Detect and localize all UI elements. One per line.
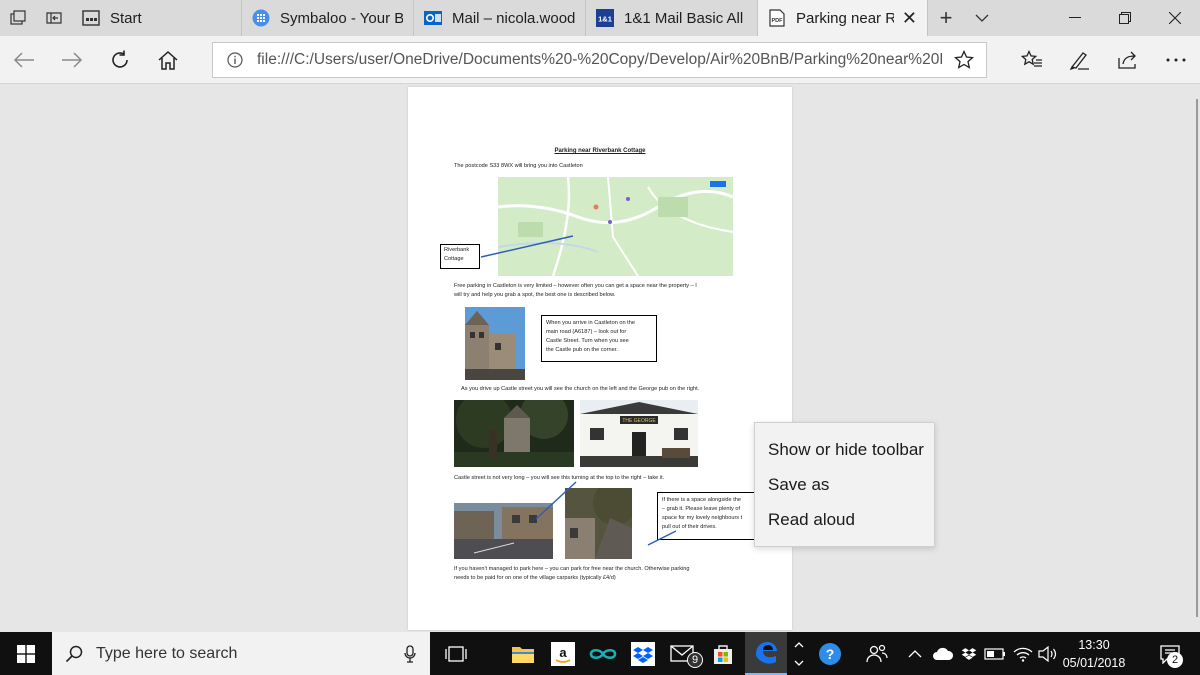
file-explorer-icon[interactable]: [503, 632, 543, 675]
tab-label: 1&1 Mail Basic All m: [624, 9, 747, 27]
search-icon: [52, 645, 96, 663]
map-label-line: Cottage: [444, 256, 464, 262]
mail-unread-badge: 9: [687, 652, 703, 668]
tab-outlook-mail[interactable]: Mail – nicola.wood@: [414, 0, 586, 36]
back-icon[interactable]: [0, 36, 48, 84]
free-parking-line-2: will try and help you grab a spot, the b…: [454, 292, 616, 298]
onedrive-icon[interactable]: [930, 632, 956, 675]
system-clock[interactable]: 13:30 05/01/2018: [1062, 636, 1126, 672]
action-center-icon[interactable]: 2: [1148, 632, 1192, 675]
dropbox-icon[interactable]: [623, 632, 663, 675]
help-icon[interactable]: ?: [810, 632, 850, 675]
set-tabs-aside-icon[interactable]: [36, 0, 72, 36]
home-icon[interactable]: [144, 36, 192, 84]
address-url[interactable]: file:///C:/Users/user/OneDrive/Documents…: [257, 51, 942, 69]
pdf-page: Parking near Riverbank Cottage The postc…: [408, 87, 792, 630]
box-line: Castle Street. Turn when you see: [546, 338, 629, 344]
pdf-viewer[interactable]: Parking near Riverbank Cottage The postc…: [0, 85, 1200, 632]
restore-icon[interactable]: [1098, 0, 1152, 36]
tab-1and1-mail[interactable]: 1&1 1&1 Mail Basic All m: [586, 0, 758, 36]
pdf-context-menu: Show or hide toolbar Save as Read aloud: [754, 422, 935, 547]
edge-browser-icon[interactable]: [745, 632, 787, 675]
tab-label: Parking near Riv: [796, 9, 894, 27]
minimize-icon[interactable]: [1048, 0, 1102, 36]
free-parking-line-1: Free parking in Castleton is very limite…: [454, 283, 697, 289]
refresh-icon[interactable]: [96, 36, 144, 84]
tab-label: Start: [110, 9, 142, 27]
web-note-pen-icon[interactable]: [1056, 36, 1104, 84]
close-tab-icon[interactable]: ✕: [902, 8, 917, 29]
start-page-icon: [82, 9, 100, 27]
arrival-instructions-box: When you arrive in Castleton on the main…: [541, 315, 657, 362]
battery-icon[interactable]: [982, 632, 1008, 675]
mail-icon[interactable]: 9: [663, 632, 703, 675]
clock-time: 13:30: [1078, 638, 1110, 652]
more-options-icon[interactable]: [1152, 36, 1200, 84]
map-pointer-arrow: [480, 235, 574, 258]
clock-date: 05/01/2018: [1062, 656, 1126, 670]
church-photo: [454, 400, 574, 467]
chevron-down-icon[interactable]: [964, 0, 1000, 36]
tab-symbaloo[interactable]: Symbaloo - Your Bo: [242, 0, 414, 36]
notification-count-badge: 2: [1167, 652, 1183, 668]
share-icon[interactable]: [1104, 36, 1152, 84]
tab-label: Mail – nicola.wood@: [452, 9, 575, 27]
people-icon[interactable]: [857, 632, 897, 675]
postcode-paragraph: The postcode S33 8WX will bring you into…: [454, 163, 583, 169]
taskbar: Type here to search a 9 ? 13:30 05/01/20…: [0, 632, 1200, 675]
read-aloud-menu-item[interactable]: Read aloud: [755, 502, 934, 537]
store-icon[interactable]: [703, 632, 743, 675]
show-hide-toolbar-menu-item[interactable]: Show or hide toolbar: [755, 432, 934, 467]
box-line: the Castle pub on the corner.: [546, 347, 618, 353]
svg-text:?: ?: [826, 646, 835, 662]
riverbank-cottage-label-box: Riverbank Cottage: [440, 244, 480, 269]
tab-actions-icon[interactable]: [0, 0, 36, 36]
tab-parking-pdf[interactable]: PDF Parking near Riv ✕: [758, 0, 928, 36]
search-placeholder: Type here to search: [96, 644, 238, 662]
tab-start[interactable]: Start: [72, 0, 242, 36]
svg-text:a: a: [559, 645, 567, 660]
favorites-list-icon[interactable]: [1008, 36, 1056, 84]
amazon-icon[interactable]: a: [543, 632, 583, 675]
box-line: When you arrive in Castleton on the: [546, 320, 635, 326]
info-icon[interactable]: [213, 52, 257, 68]
new-tab-icon[interactable]: +: [928, 0, 964, 36]
pub-sign-text: THE GEORGE: [622, 418, 656, 424]
vertical-scrollbar[interactable]: [1196, 99, 1198, 617]
close-window-icon[interactable]: [1148, 0, 1200, 36]
taskbar-search-box[interactable]: Type here to search: [52, 632, 430, 675]
pdf-icon: PDF: [768, 9, 786, 27]
show-hidden-icons-icon[interactable]: [904, 632, 926, 675]
annotation-arrows: [535, 481, 677, 546]
outlook-icon: [424, 9, 442, 27]
arduino-icon[interactable]: [583, 632, 623, 675]
save-as-menu-item[interactable]: Save as: [755, 467, 934, 502]
volume-icon[interactable]: [1036, 632, 1060, 675]
windows-start-icon[interactable]: [0, 632, 52, 675]
navigation-bar: file:///C:/Users/user/OneDrive/Documents…: [0, 36, 1200, 84]
symbaloo-icon: [252, 9, 270, 27]
microphone-icon[interactable]: [390, 644, 430, 663]
map-label-line: Riverbank: [444, 247, 470, 253]
taskbar-overflow-chevrons[interactable]: [789, 632, 809, 675]
castle-pub-photo: [465, 307, 525, 380]
wifi-icon[interactable]: [1010, 632, 1036, 675]
free-church-parking-line-1: If you haven't managed to park here – yo…: [454, 566, 690, 572]
tab-label: Symbaloo - Your Bo: [280, 9, 403, 27]
george-pub-photo: THE GEORGE: [580, 400, 698, 467]
tab-bar: Start Symbaloo - Your Bo Mail – nicola.w…: [0, 0, 1200, 36]
box-line: main road (A6187) – look out for: [546, 329, 627, 335]
svg-text:PDF: PDF: [772, 18, 784, 24]
forward-icon[interactable]: [48, 36, 96, 84]
address-bar[interactable]: file:///C:/Users/user/OneDrive/Documents…: [212, 42, 987, 78]
one-and-one-icon: 1&1: [596, 9, 614, 27]
svg-text:1&1: 1&1: [598, 15, 612, 24]
free-church-parking-line-2: needs to be paid for on one of the villa…: [454, 575, 616, 581]
favorite-star-icon[interactable]: [942, 50, 986, 70]
document-title: Parking near Riverbank Cottage: [554, 148, 646, 154]
dropbox-tray-icon[interactable]: [956, 632, 982, 675]
task-view-icon[interactable]: [436, 632, 476, 675]
castle-street-paragraph: As you drive up Castle street you will s…: [461, 386, 700, 392]
